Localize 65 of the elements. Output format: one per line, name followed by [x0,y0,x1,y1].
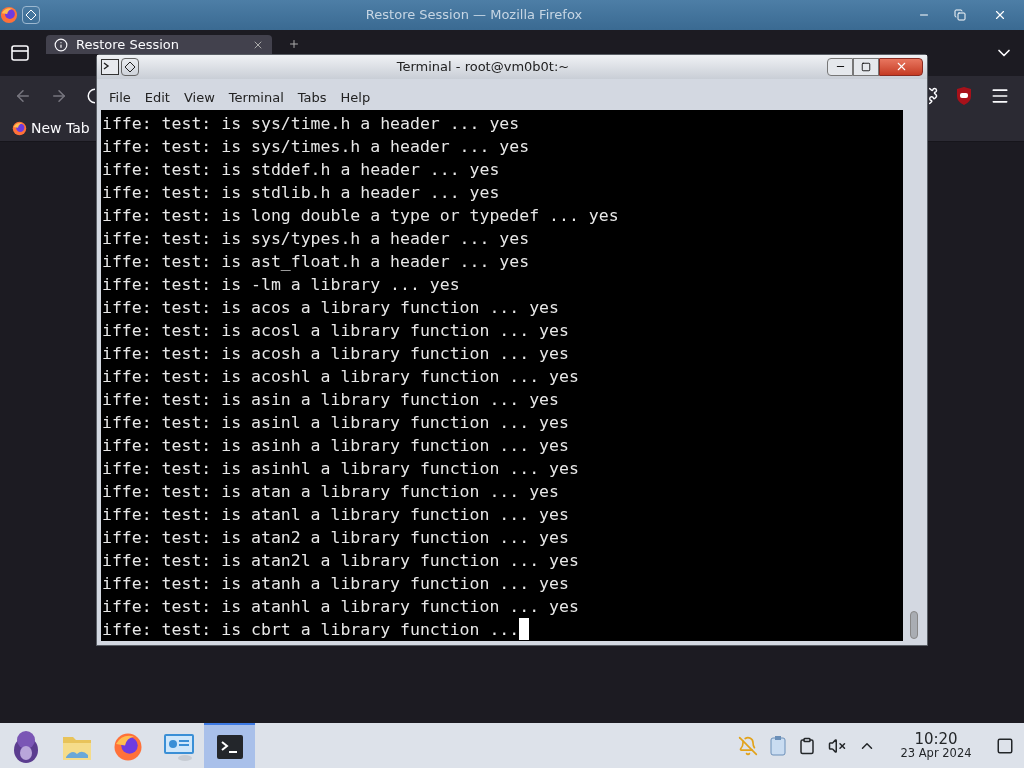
terminal-line: iffe: test: is asinhl a library function ... yes [102,458,579,480]
window-title: Terminal - root@vm0b0t:~ [395,58,571,76]
reload-icon[interactable] [86,87,95,105]
maximize-button[interactable] [853,57,879,76]
muted-speaker-icon[interactable] [828,736,846,755]
window-title: Restore Session — Mozilla Firefox [364,6,584,25]
terminal-line: iffe: test: is atan2 a library function ... yes [102,527,569,549]
show-desktop-icon[interactable] [996,736,1014,755]
shield-icon[interactable] [956,87,972,105]
terminal-line: iffe: test: is atanhl a library function ... yes [102,596,579,618]
terminal-line: iffe: test: is atanh a library function ... yes [102,573,569,595]
clipboard-icon[interactable] [770,735,786,756]
terminal-line: iffe: test: is asinl a library function ... yes [102,412,569,434]
new-tab-icon[interactable] [288,38,300,50]
terminal-line: iffe: test: is sys/times.h a header ... yes [102,136,530,158]
terminal-line: iffe: test: is long double a type or typedef ... yes [102,205,619,227]
browser-icon [0,6,18,24]
terminal-line: iffe: test: is acosh a library function ... yes [102,343,569,365]
terminal-line: iffe: test: is stdlib.h a header ... yes [102,182,500,204]
maximize-icon [861,61,871,72]
close-button[interactable] [879,57,923,76]
terminal-line: iffe: test: is ast_float.h a header ... yes [102,251,530,273]
browser-icon [112,731,143,762]
menu-item[interactable]: Tabs [291,87,333,107]
terminal-line: iffe: test: is stddef.h a header ... yes [102,159,500,181]
tray-icon [11,45,29,61]
terminal-line: iffe: test: is asinh a library function ... yes [102,435,569,457]
minimize-button[interactable] [827,57,853,76]
terminal-line: iffe: test: is acos a library function ... yes [102,297,559,319]
puzzle-icon[interactable] [929,87,938,105]
terminal-line: iffe: test: is atanl a library function ... yes [102,504,569,526]
menu-item[interactable]: Terminal [222,87,290,107]
clock[interactable]: 10:20 23 Apr 2024 [896,731,976,760]
pin-button[interactable] [121,57,139,76]
terminal-icon [101,58,119,75]
menu-item[interactable]: View [177,87,221,107]
terminal-line: iffe: test: is sys/types.h a header ... yes [102,228,530,250]
bookmark-item[interactable]: New Tab [12,118,90,139]
terminal-line: iffe: test: is acoshl a library function ... yes [102,366,579,388]
terminal-line: iffe: test: is -lm a library ... yes [102,274,460,296]
menu-item[interactable]: Help [334,87,377,107]
terminal-line: iffe: test: is sys/time.h a header ... yes [102,113,520,135]
tab-title: Restore Session [76,37,181,52]
menu-icon[interactable] [990,86,1010,106]
diamond-icon [26,10,36,20]
terminal-line: iffe: test: is atan a library function ... yes [102,481,559,503]
menu-item[interactable]: Edit [138,87,176,107]
restore-icon [954,9,966,21]
info-icon [54,37,68,52]
terminal-line: iffe: test: is acosl a library function ... yes [102,320,569,342]
terminal-line: iffe: test: is atan2l a library function ... yes [102,550,579,572]
terminal-icon [216,734,243,759]
diamond-icon [125,61,135,72]
terminal-line: iffe: test: is asin a library function ... yes [102,389,559,411]
scrollbar-thumb[interactable] [910,611,918,639]
back-icon[interactable] [14,87,32,105]
browser-icon [12,121,27,136]
clipboard-icon[interactable] [798,736,816,755]
menu-item[interactable]: File [103,87,137,107]
forward-icon[interactable] [50,87,68,105]
close-icon [993,8,1007,22]
monitor-icon [162,731,195,762]
browser-tab[interactable]: Restore Session [46,35,272,54]
taskbar-app[interactable] [204,723,255,768]
terminal-line: iffe: test: is cbrt a library function ... [102,619,520,641]
